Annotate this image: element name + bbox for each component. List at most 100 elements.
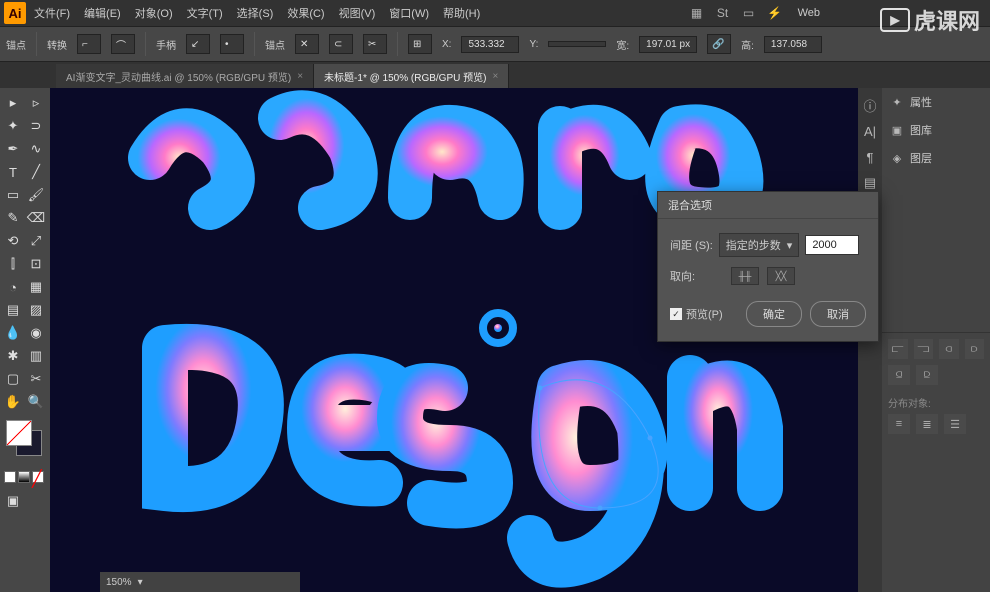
bridge-icon[interactable]: ▦ [688,5,706,21]
perspective-tool[interactable]: ▦ [25,276,47,298]
menu-edit[interactable]: 编辑(E) [78,2,127,24]
char-panel-icon[interactable]: A| [861,122,879,140]
type-tool[interactable]: T [2,161,24,183]
spacing-value-input[interactable] [805,235,859,255]
panel-properties[interactable]: ✦ 属性 [882,88,990,116]
remove-anchor-button[interactable]: ✕ [295,34,319,54]
ok-button[interactable]: 确定 [746,301,802,327]
menu-window[interactable]: 窗口(W) [383,2,435,24]
convert-label: 转换 [47,37,67,52]
menu-help[interactable]: 帮助(H) [437,2,486,24]
convert-smooth-button[interactable]: ⌒ [111,34,135,54]
tab-document-1[interactable]: AI渐变文字_灵动曲线.ai @ 150% (RGB/GPU 预览) × [56,64,314,88]
gradient-mode-button[interactable] [18,471,30,483]
align-top-button[interactable]: ⫐ [965,339,985,359]
menu-file[interactable]: 文件(F) [28,2,76,24]
h-label: 高: [741,37,754,52]
align-bottom-button[interactable]: ⫒ [916,365,938,385]
direct-selection-tool[interactable]: ▹ [25,92,47,114]
cancel-button[interactable]: 取消 [810,301,866,327]
cut-path-button[interactable]: ✂ [363,34,387,54]
zoom-tool[interactable]: 🔍 [25,391,47,413]
panel-label: 图库 [910,122,932,138]
stock-icon[interactable]: St [714,5,732,21]
pen-tool[interactable]: ✒ [2,138,24,160]
align-hcenter-button[interactable]: ⫎ [914,339,934,359]
dist-top-button[interactable]: ≡ [888,414,910,434]
width-tool[interactable]: ⫿ [2,253,24,275]
handle-label: 手柄 [156,37,176,52]
scale-tool[interactable]: ⤢ [25,230,47,252]
eraser-tool[interactable]: ⌫ [25,207,47,229]
symbol-sprayer-tool[interactable]: ✱ [2,345,24,367]
gradient-tool[interactable]: ▨ [25,299,47,321]
shape-builder-tool[interactable]: ◔ [2,276,24,298]
w-input[interactable]: 197.01 px [639,36,697,53]
paintbrush-tool[interactable]: 🖌 [25,184,47,206]
menu-object[interactable]: 对象(O) [129,2,179,24]
connect-anchor-button[interactable]: ⊂ [329,34,353,54]
mesh-tool[interactable]: ▤ [2,299,24,321]
gpu-icon[interactable]: ⚡ [766,5,784,21]
screen-mode-button[interactable]: ▣ [2,490,24,512]
free-transform-tool[interactable]: ⊡ [25,253,47,275]
close-icon[interactable]: × [297,71,303,82]
rectangle-tool[interactable]: ▭ [2,184,24,206]
slice-tool[interactable]: ✂ [25,368,47,390]
handle-button-2[interactable]: • [220,34,244,54]
menu-effect[interactable]: 效果(C) [281,2,330,24]
none-mode-button[interactable]: ╱ [32,471,44,483]
orient-page-button[interactable]: ╫╫ [731,267,759,285]
panel-label: 图层 [910,150,932,166]
graph-tool[interactable]: ▥ [25,345,47,367]
menu-select[interactable]: 选择(S) [231,2,280,24]
menu-view[interactable]: 视图(V) [333,2,382,24]
preview-checkbox[interactable]: ✓ 预览(P) [670,306,723,322]
orient-path-button[interactable]: ╳╳ [767,267,795,285]
fill-stroke-swatch[interactable] [6,420,42,456]
color-mode-button[interactable] [4,471,16,483]
align-right-button[interactable]: ⫏ [939,339,959,359]
document-tabs: AI渐变文字_灵动曲线.ai @ 150% (RGB/GPU 预览) × 未标题… [0,62,990,88]
zoom-level[interactable]: 150% [106,577,132,588]
arrange-icon[interactable]: ▭ [740,5,758,21]
eyedropper-tool[interactable]: 💧 [2,322,24,344]
curvature-tool[interactable]: ∿ [25,138,47,160]
distribute-label: 分布对象: [888,391,984,414]
workspace-switcher[interactable]: Web [792,4,826,22]
shaper-tool[interactable]: ✎ [2,207,24,229]
tab-label: AI渐变文字_灵动曲线.ai @ 150% (RGB/GPU 预览) [66,69,291,84]
blend-tool[interactable]: ◉ [25,322,47,344]
blend-options-dialog: 混合选项 间距 (S): 指定的步数 ▾ 取向: ╫╫ ╳╳ ✓ 预览(P) 确… [657,191,879,342]
tab-document-2[interactable]: 未标题-1* @ 150% (RGB/GPU 预览) × [314,64,509,88]
magic-wand-tool[interactable]: ✦ [2,115,24,137]
chevron-down-icon[interactable]: ▾ [138,577,143,588]
panel-layers[interactable]: ◈ 图层 [882,144,990,172]
rotate-tool[interactable]: ⟲ [2,230,24,252]
convert-corner-button[interactable]: ⌐ [77,34,101,54]
selection-tool[interactable]: ▸ [2,92,24,114]
dist-vcenter-button[interactable]: ≣ [916,414,938,434]
align-vcenter-button[interactable]: ⫑ [888,365,910,385]
menu-type[interactable]: 文字(T) [181,2,229,24]
ref-point-selector[interactable]: ⊞ [408,34,432,54]
x-input[interactable]: 533.332 [461,36,519,53]
hand-tool[interactable]: ✋ [2,391,24,413]
align-left-button[interactable]: ⫍ [888,339,908,359]
y-input[interactable] [548,41,606,47]
dist-bottom-button[interactable]: ☰ [944,414,966,434]
libraries-icon: ▣ [890,123,904,137]
link-wh-button[interactable]: 🔗 [707,34,731,54]
info-icon[interactable]: ⓘ [861,96,879,114]
h-input[interactable]: 137.058 [764,36,822,53]
close-icon[interactable]: × [492,71,498,82]
paragraph-panel-icon[interactable]: ¶ [861,148,879,166]
spacing-mode-select[interactable]: 指定的步数 ▾ [719,233,800,257]
handle-button-1[interactable]: ↙ [186,34,210,54]
checkbox-icon: ✓ [670,308,682,320]
panel-libraries[interactable]: ▣ 图库 [882,116,990,144]
lasso-tool[interactable]: ⊃ [25,115,47,137]
line-tool[interactable]: ╱ [25,161,47,183]
properties-panel-icon[interactable]: ▤ [861,174,879,192]
artboard-tool[interactable]: ▢ [2,368,24,390]
